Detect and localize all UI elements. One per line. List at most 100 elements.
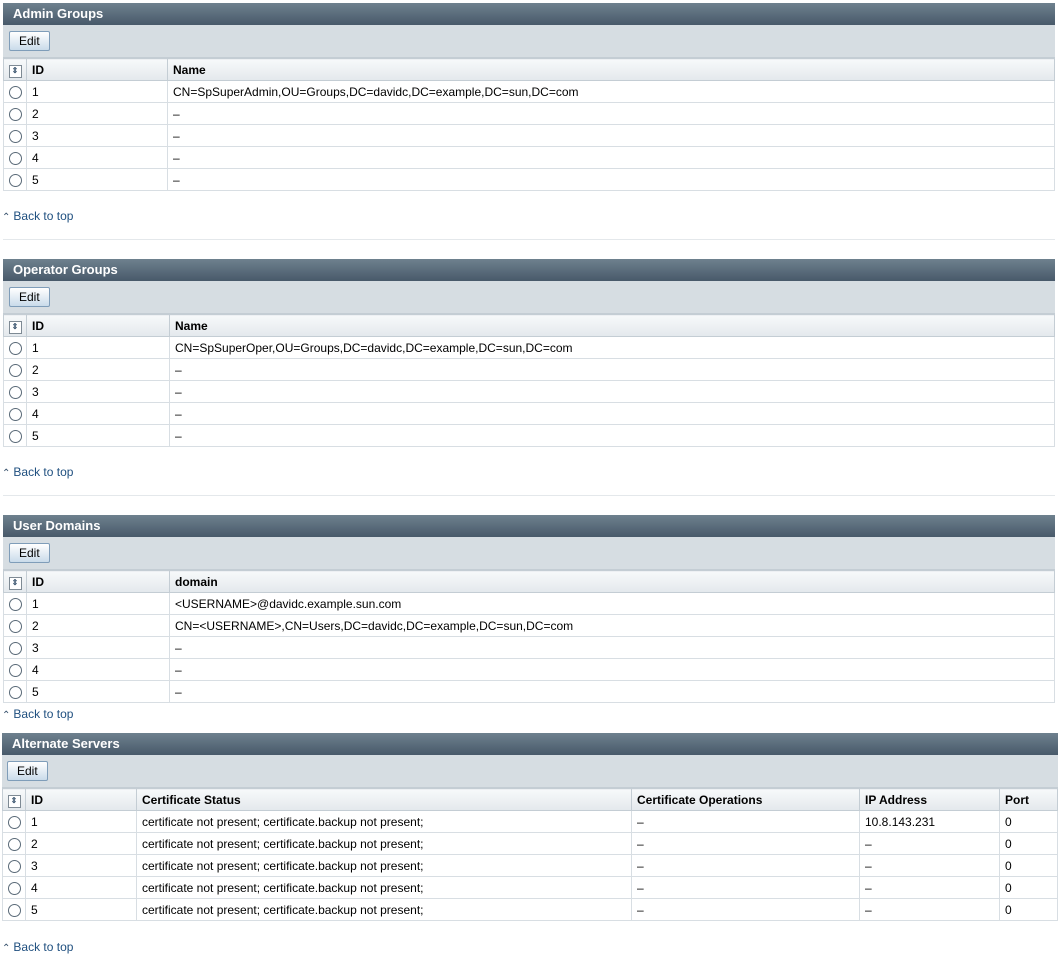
cell-ip-address: – <box>859 898 1000 921</box>
row-radio-button[interactable] <box>7 859 21 873</box>
back-to-top-link[interactable]: ⌃ Back to top <box>2 707 73 721</box>
row-radio-button[interactable] <box>8 385 22 399</box>
back-to-top-label: Back to top <box>13 707 74 721</box>
cell-id: 2 <box>26 102 168 125</box>
alternate-servers-table: ⇕ ID Certificate Status Certificate Oper… <box>2 788 1058 921</box>
column-header-name[interactable]: Name <box>169 314 1055 337</box>
edit-button[interactable]: Edit <box>9 543 50 563</box>
cell-domain: – <box>169 636 1055 659</box>
table-row: 3 certificate not present; certificate.b… <box>2 854 1058 877</box>
table-row: 4 – <box>3 146 1055 169</box>
cell-ip-address: 10.8.143.231 <box>859 810 1000 833</box>
double-chevron-up-icon: ⌃ <box>2 468 11 479</box>
operator-groups-table: ⇕ ID Name 1 CN=SpSuperOper,OU=Groups,DC=… <box>3 314 1055 447</box>
row-radio-button[interactable] <box>8 641 22 655</box>
row-radio-button[interactable] <box>7 881 21 895</box>
cell-name: – <box>167 102 1055 125</box>
cell-id: 2 <box>26 614 170 637</box>
row-radio-button[interactable] <box>8 663 22 677</box>
back-to-top-link[interactable]: ⌃ Back to top <box>2 465 73 479</box>
column-header-certificate-operations[interactable]: Certificate Operations <box>631 788 860 811</box>
edit-button[interactable]: Edit <box>9 31 50 51</box>
column-header-id[interactable]: ID <box>26 58 168 81</box>
cell-name: – <box>167 124 1055 147</box>
column-header-id[interactable]: ID <box>26 570 170 593</box>
row-radio-button[interactable] <box>7 815 21 829</box>
table-row: 5 – <box>3 680 1055 703</box>
table-row: 5 certificate not present; certificate.b… <box>2 898 1058 921</box>
table-header-row: ⇕ ID Name <box>3 314 1055 337</box>
table-row: 2 – <box>3 102 1055 125</box>
row-radio-button[interactable] <box>8 619 22 633</box>
cell-id: 4 <box>25 876 137 899</box>
cell-ip-address: – <box>859 876 1000 899</box>
row-radio-button[interactable] <box>8 173 22 187</box>
cell-port: 0 <box>999 854 1058 877</box>
back-to-top-link[interactable]: ⌃ Back to top <box>2 940 73 954</box>
table-row: 5 – <box>3 168 1055 191</box>
table-row: 1 <USERNAME>@davidc.example.sun.com <box>3 592 1055 615</box>
row-radio-button[interactable] <box>8 151 22 165</box>
edit-button[interactable]: Edit <box>9 287 50 307</box>
cell-name: CN=SpSuperOper,OU=Groups,DC=davidc,DC=ex… <box>169 336 1055 359</box>
select-all-icon[interactable]: ⇕ <box>8 320 22 334</box>
row-radio-button[interactable] <box>8 107 22 121</box>
column-header-certificate-status[interactable]: Certificate Status <box>136 788 632 811</box>
cell-name: CN=SpSuperAdmin,OU=Groups,DC=davidc,DC=e… <box>167 80 1055 103</box>
edit-button[interactable]: Edit <box>7 761 48 781</box>
cell-certificate-status: certificate not present; certificate.bac… <box>136 898 632 921</box>
cell-domain: <USERNAME>@davidc.example.sun.com <box>169 592 1055 615</box>
cell-id: 5 <box>26 680 170 703</box>
table-row: 2 – <box>3 358 1055 381</box>
select-all-header[interactable]: ⇕ <box>3 570 27 593</box>
cell-id: 1 <box>26 336 170 359</box>
operator-groups-section: Operator Groups Edit ⇕ ID Name 1 CN=SpSu… <box>3 259 1055 447</box>
row-radio-button[interactable] <box>8 85 22 99</box>
cell-domain: – <box>169 658 1055 681</box>
column-header-id[interactable]: ID <box>25 788 137 811</box>
cell-port: 0 <box>999 810 1058 833</box>
section-title: Alternate Servers <box>2 733 1058 755</box>
row-radio-button[interactable] <box>8 407 22 421</box>
row-radio-button[interactable] <box>8 429 22 443</box>
row-radio-button[interactable] <box>8 685 22 699</box>
select-all-icon[interactable]: ⇕ <box>8 576 22 590</box>
cell-id: 5 <box>26 168 168 191</box>
select-all-header[interactable]: ⇕ <box>2 788 26 811</box>
cell-domain: CN=<USERNAME>,CN=Users,DC=davidc,DC=exam… <box>169 614 1055 637</box>
section-divider <box>3 495 1055 496</box>
back-to-top-label: Back to top <box>13 465 74 479</box>
cell-id: 3 <box>26 636 170 659</box>
user-domains-section: User Domains Edit ⇕ ID domain 1 <USERNAM… <box>3 515 1055 703</box>
back-to-top-link[interactable]: ⌃ Back to top <box>2 209 73 223</box>
column-header-name[interactable]: Name <box>167 58 1055 81</box>
select-all-header[interactable]: ⇕ <box>3 58 27 81</box>
cell-domain: – <box>169 680 1055 703</box>
table-row: 1 CN=SpSuperOper,OU=Groups,DC=davidc,DC=… <box>3 336 1055 359</box>
cell-name: – <box>169 424 1055 447</box>
column-header-port[interactable]: Port <box>999 788 1058 811</box>
cell-certificate-operations: – <box>631 898 860 921</box>
row-radio-button[interactable] <box>8 129 22 143</box>
row-radio-button[interactable] <box>8 597 22 611</box>
row-radio-button[interactable] <box>7 837 21 851</box>
admin-groups-section: Admin Groups Edit ⇕ ID Name 1 CN=SpSuper… <box>3 3 1055 191</box>
column-header-domain[interactable]: domain <box>169 570 1055 593</box>
select-all-icon[interactable]: ⇕ <box>8 64 22 78</box>
cell-name: – <box>167 168 1055 191</box>
table-row: 5 – <box>3 424 1055 447</box>
cell-certificate-operations: – <box>631 832 860 855</box>
select-all-icon[interactable]: ⇕ <box>7 794 21 808</box>
select-all-header[interactable]: ⇕ <box>3 314 27 337</box>
column-header-id[interactable]: ID <box>26 314 170 337</box>
user-domains-table: ⇕ ID domain 1 <USERNAME>@davidc.example.… <box>3 570 1055 703</box>
section-toolbar: Edit <box>2 755 1058 788</box>
row-radio-button[interactable] <box>8 363 22 377</box>
column-header-ip-address[interactable]: IP Address <box>859 788 1000 811</box>
row-radio-button[interactable] <box>7 903 21 917</box>
cell-ip-address: – <box>859 832 1000 855</box>
double-chevron-up-icon: ⌃ <box>2 710 11 721</box>
row-radio-button[interactable] <box>8 341 22 355</box>
cell-port: 0 <box>999 876 1058 899</box>
back-to-top-label: Back to top <box>13 940 74 954</box>
